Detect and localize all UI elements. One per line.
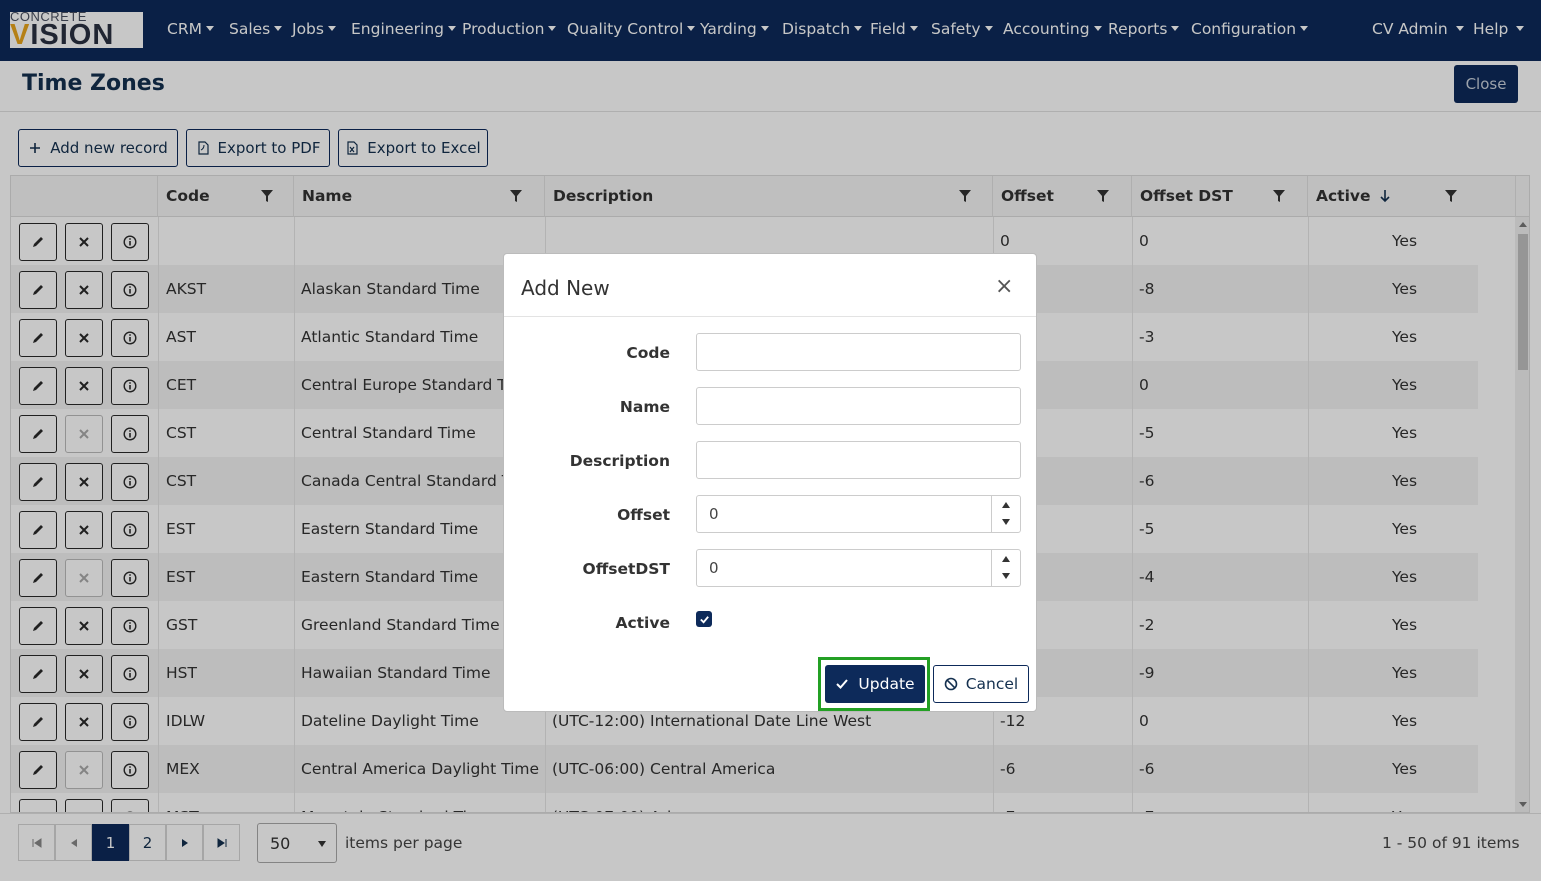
description-field[interactable]: [696, 441, 1021, 479]
decrement-arrow-icon[interactable]: [1002, 519, 1010, 525]
offset-numeric-input[interactable]: 0: [696, 495, 1021, 533]
increment-arrow-icon[interactable]: [1002, 502, 1010, 508]
increment-arrow-icon[interactable]: [1002, 556, 1010, 562]
cancel-label: Cancel: [965, 675, 1019, 693]
dialog-close-icon[interactable]: ×: [995, 274, 1013, 299]
offset-label: Offset: [617, 506, 670, 524]
code-label: Code: [626, 344, 670, 362]
description-label: Description: [569, 452, 670, 470]
offset-dst-label: OffsetDST: [582, 560, 670, 578]
name-label: Name: [619, 398, 670, 416]
update-button[interactable]: Update: [825, 665, 925, 703]
dialog-title: Add New: [521, 276, 610, 300]
offset-dst-value: 0: [709, 559, 719, 577]
checkmark-icon: [699, 615, 709, 624]
decrement-arrow-icon[interactable]: [1002, 573, 1010, 579]
code-field[interactable]: [696, 333, 1021, 371]
dialog-header-divider: [504, 316, 1036, 317]
add-new-dialog: Add New × Code Name Description Offset 0…: [503, 253, 1037, 712]
active-label: Active: [615, 614, 670, 632]
update-label: Update: [858, 675, 915, 693]
offset-spinner[interactable]: [991, 496, 1020, 532]
checkmark-icon: [836, 679, 849, 689]
offset-dst-numeric-input[interactable]: 0: [696, 549, 1021, 587]
name-field[interactable]: [696, 387, 1021, 425]
active-checkbox[interactable]: [696, 611, 712, 627]
offset-value: 0: [709, 505, 719, 523]
offset-dst-spinner[interactable]: [991, 550, 1020, 586]
cancel-button[interactable]: Cancel: [933, 665, 1029, 703]
cancel-circle-icon: [944, 677, 958, 691]
